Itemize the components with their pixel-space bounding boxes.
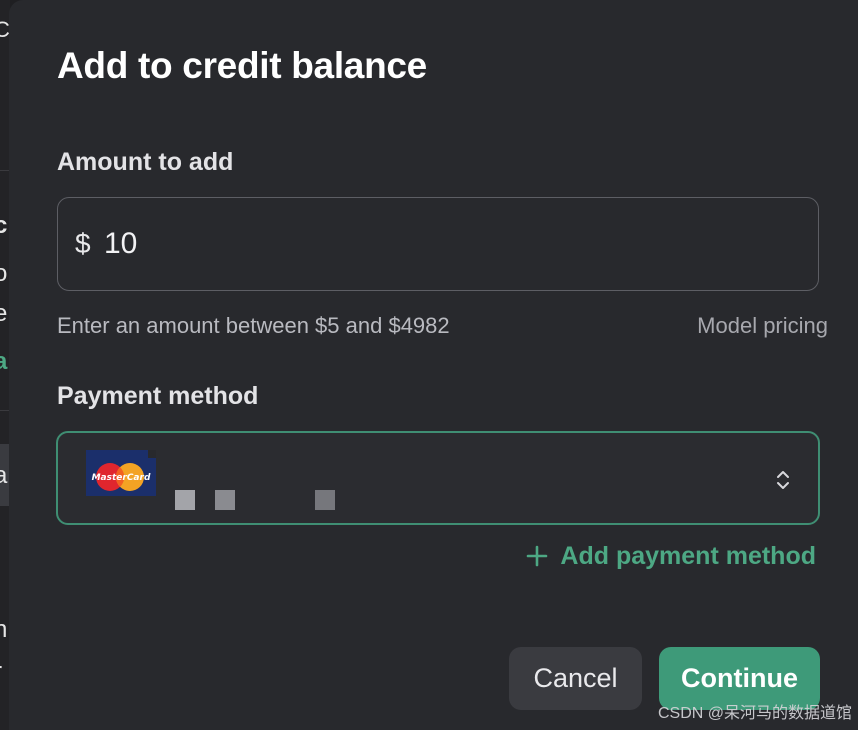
payment-method-select[interactable]: MasterCard — [56, 431, 820, 525]
background-link-fragment: a — [0, 348, 8, 375]
masked-card-digit — [215, 490, 235, 510]
chevron-up-down-icon — [777, 471, 789, 489]
masked-card-digit — [315, 490, 335, 510]
add-payment-method-label: Add payment method — [560, 542, 816, 570]
amount-input[interactable] — [104, 220, 784, 268]
add-payment-method-button[interactable]: Add payment method — [526, 540, 816, 572]
screen: C c o e a a n r Add to credit balance Am… — [0, 0, 858, 730]
background-text-fragment: o — [0, 260, 8, 287]
plus-icon — [527, 545, 548, 567]
model-pricing-link[interactable]: Model pricing — [697, 312, 828, 340]
continue-button[interactable]: Continue — [659, 647, 820, 710]
card-brand-text: MasterCard — [92, 473, 151, 483]
masked-card-digit — [175, 490, 195, 510]
dialog-title: Add to credit balance — [57, 45, 427, 86]
background-text-fragment: r — [0, 660, 2, 684]
background-text-fragment: n — [0, 616, 8, 643]
background-text-fragment: a — [0, 462, 8, 489]
amount-field[interactable]: $ — [57, 197, 819, 291]
payment-method-label: Payment method — [57, 382, 259, 410]
background-text-fragment: e — [0, 300, 8, 327]
csdn-watermark: CSDN @呆河马的数据道馆 — [657, 705, 852, 722]
currency-symbol: $ — [75, 228, 91, 259]
mastercard-logo: MasterCard — [86, 450, 156, 496]
amount-label: Amount to add — [57, 148, 234, 176]
add-credit-dialog: Add to credit balance Amount to add $ En… — [9, 0, 858, 730]
cancel-button[interactable]: Cancel — [509, 647, 642, 710]
background-text-fragment: c — [0, 212, 8, 239]
amount-range-hint: Enter an amount between $5 and $4982 — [57, 313, 450, 338]
